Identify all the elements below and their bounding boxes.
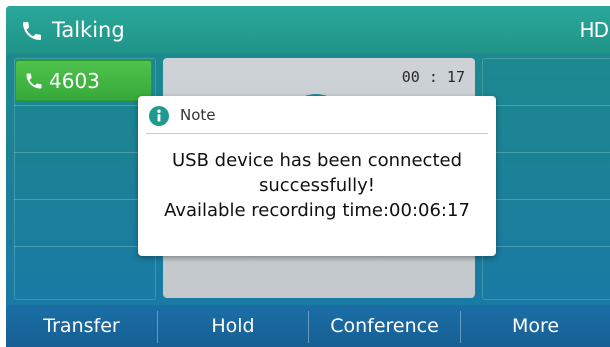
dialog-header: Note (138, 96, 496, 134)
phone-handset-icon (26, 73, 42, 89)
conference-softkey[interactable]: Conference (309, 305, 460, 347)
line-key-divider (482, 105, 610, 106)
note-dialog[interactable]: Note USB device has been connected succe… (138, 96, 496, 256)
line-key-divider (482, 246, 610, 247)
status-title-bar: Talking HD (6, 6, 610, 54)
dialog-title: Note (180, 106, 216, 124)
dialog-message-line: successfully! (258, 175, 376, 196)
call-duration: 00 : 17 (401, 68, 465, 86)
line-key-divider (482, 199, 610, 200)
line-key-divider (482, 152, 610, 153)
phone-screen: Talking HD 4603 00 : 17 Note USB device … (6, 6, 610, 347)
phone-handset-icon (23, 22, 41, 40)
dialog-message-line: USB device has been connected (171, 150, 462, 171)
info-icon (149, 106, 169, 126)
dialog-divider (146, 133, 488, 134)
dialog-message: USB device has been connected successful… (138, 148, 496, 223)
more-softkey[interactable]: More (461, 305, 610, 347)
softkey-bar: Transfer Hold Conference More (6, 305, 610, 347)
hold-softkey[interactable]: Hold (158, 305, 308, 347)
call-state-label: Talking (52, 18, 125, 42)
dialog-message-line: Available recording time:00:06:17 (164, 200, 470, 221)
line-key-label: 4603 (49, 69, 100, 93)
line-key-4603[interactable]: 4603 (15, 60, 152, 101)
transfer-softkey[interactable]: Transfer (6, 305, 157, 347)
right-key-column (482, 58, 610, 300)
hd-badge: HD (579, 18, 609, 42)
